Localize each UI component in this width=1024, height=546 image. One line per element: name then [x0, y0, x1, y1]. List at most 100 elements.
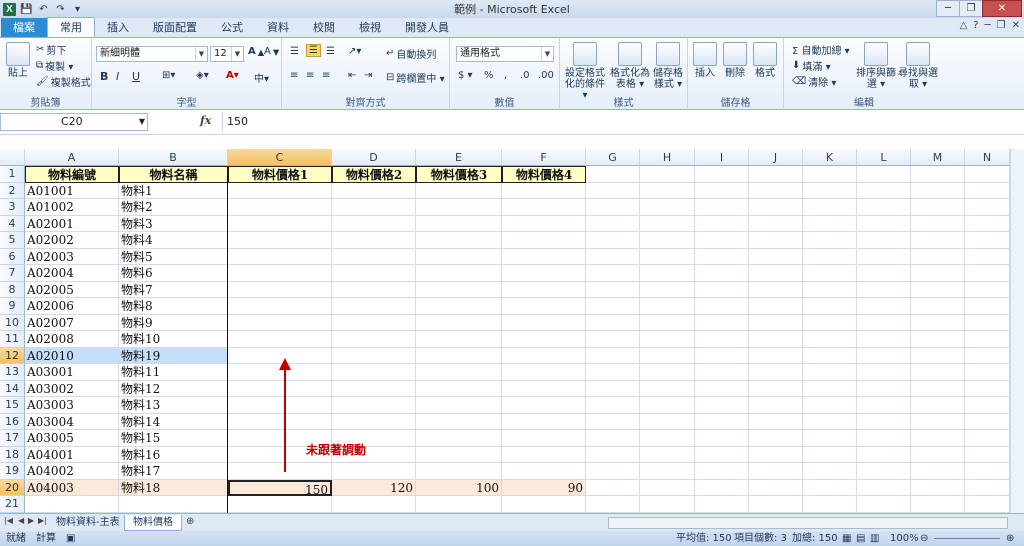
grid-cell[interactable]: [640, 248, 695, 265]
grid-cell[interactable]: [695, 479, 749, 496]
grid-cell[interactable]: [911, 248, 965, 265]
wrap-text-button[interactable]: ↵ 自動換列: [386, 46, 436, 61]
grid-cell[interactable]: [803, 430, 857, 447]
grid-cell[interactable]: [857, 446, 911, 463]
grid-cell[interactable]: A01001: [25, 182, 119, 199]
row-header[interactable]: 7: [0, 265, 25, 282]
normal-view-icon[interactable]: ▦: [842, 531, 851, 546]
grid-cell[interactable]: [803, 347, 857, 364]
grid-cell[interactable]: [695, 496, 749, 513]
zoom-out-icon[interactable]: ⊖: [920, 531, 928, 546]
conditional-formatting-button[interactable]: 設定格式化的條件 ▾: [562, 42, 608, 101]
grid-cell[interactable]: [803, 281, 857, 298]
horizontal-scrollbar[interactable]: [608, 517, 1008, 529]
sort-filter-button[interactable]: 排序與篩選 ▾: [854, 42, 898, 90]
grid-cell[interactable]: [695, 298, 749, 315]
row-header[interactable]: 19: [0, 463, 25, 480]
grid-cell[interactable]: [502, 265, 586, 282]
grid-cell[interactable]: [857, 314, 911, 331]
grid-cell[interactable]: [911, 298, 965, 315]
grid-cell[interactable]: [695, 232, 749, 249]
zoom-in-icon[interactable]: ⊕: [1006, 531, 1014, 546]
grid-cell[interactable]: [857, 463, 911, 480]
grid-cell[interactable]: [640, 232, 695, 249]
grid-cell[interactable]: [228, 298, 332, 315]
grid-cell[interactable]: 物料13: [119, 397, 228, 414]
grid-cell[interactable]: [803, 182, 857, 199]
tab-developer[interactable]: 開發人員: [393, 18, 461, 37]
clear-button[interactable]: ⌫ 清除 ▾: [792, 74, 836, 89]
grid-cell[interactable]: [857, 397, 911, 414]
grid-cell[interactable]: [416, 199, 502, 216]
grid-cell[interactable]: [965, 496, 1010, 513]
help-icon[interactable]: ?: [973, 20, 978, 31]
align-middle-icon[interactable]: ☰: [306, 44, 321, 57]
grid-cell[interactable]: [640, 413, 695, 430]
first-sheet-icon[interactable]: |◀: [4, 516, 13, 525]
grid-cell[interactable]: [749, 166, 803, 183]
borders-icon[interactable]: ⊞▾: [162, 70, 175, 81]
grid-cell[interactable]: [332, 265, 416, 282]
grid-cell[interactable]: [803, 314, 857, 331]
grid-cell[interactable]: [749, 199, 803, 216]
save-icon[interactable]: 💾: [20, 3, 33, 16]
grid-cell[interactable]: [640, 479, 695, 496]
grid-cell[interactable]: [749, 430, 803, 447]
grid-cell[interactable]: 物料11: [119, 364, 228, 381]
grid-cell[interactable]: [911, 331, 965, 348]
grid-cell[interactable]: [502, 380, 586, 397]
grid-cell[interactable]: [803, 364, 857, 381]
grid-cell[interactable]: [332, 496, 416, 513]
grid-cell[interactable]: [586, 215, 640, 232]
grid-cell[interactable]: [911, 364, 965, 381]
grid-cell[interactable]: [332, 182, 416, 199]
grid-cell[interactable]: [586, 182, 640, 199]
grid-cell[interactable]: [695, 182, 749, 199]
column-title-cell[interactable]: 物料價格3: [416, 166, 502, 183]
column-header-i[interactable]: I: [695, 149, 749, 166]
grid-cell[interactable]: [586, 314, 640, 331]
grid-cell[interactable]: [803, 446, 857, 463]
grid-cell[interactable]: 物料7: [119, 281, 228, 298]
grid-cell[interactable]: [857, 380, 911, 397]
grid-cell[interactable]: [803, 463, 857, 480]
grid-cell[interactable]: [803, 199, 857, 216]
grow-font-button[interactable]: A ▲: [248, 46, 264, 57]
worksheet-grid[interactable]: A B C D E F G H I J K L M N 1 2 3 4 5 6 7 8 9 10 1…: [0, 149, 1024, 513]
grid-cell[interactable]: [749, 298, 803, 315]
decrease-indent-icon[interactable]: ⇤: [348, 70, 356, 81]
workbook-close-icon[interactable]: ✕: [1012, 20, 1020, 31]
grid-cell[interactable]: [25, 496, 119, 513]
tab-data[interactable]: 資料: [255, 18, 301, 37]
grid-cell[interactable]: [803, 397, 857, 414]
grid-cell[interactable]: [228, 199, 332, 216]
grid-cell[interactable]: [228, 215, 332, 232]
grid-cell[interactable]: [119, 496, 228, 513]
grid-cell[interactable]: [911, 232, 965, 249]
row-header[interactable]: 20: [0, 479, 25, 496]
grid-cell[interactable]: [502, 397, 586, 414]
grid-cell[interactable]: [228, 265, 332, 282]
grid-cell[interactable]: [640, 199, 695, 216]
increase-decimal-icon[interactable]: .0: [520, 70, 530, 81]
column-header-e[interactable]: E: [416, 149, 502, 166]
grid-cell[interactable]: [586, 397, 640, 414]
grid-cell[interactable]: [965, 182, 1010, 199]
grid-cell[interactable]: [502, 496, 586, 513]
grid-cell[interactable]: [502, 281, 586, 298]
font-size-select[interactable]: 12 ▼: [210, 46, 244, 62]
grid-cell[interactable]: 物料14: [119, 413, 228, 430]
row-header[interactable]: 15: [0, 397, 25, 414]
undo-icon[interactable]: ↶: [37, 3, 50, 16]
grid-cell[interactable]: [857, 496, 911, 513]
merge-center-button[interactable]: ⊟ 跨欄置中 ▾: [386, 70, 445, 85]
grid-cell[interactable]: [695, 347, 749, 364]
grid-cell[interactable]: 100: [416, 479, 502, 496]
grid-cell[interactable]: [228, 331, 332, 348]
grid-cell[interactable]: [695, 331, 749, 348]
grid-cell[interactable]: [803, 232, 857, 249]
row-header[interactable]: 9: [0, 298, 25, 315]
grid-cell[interactable]: [749, 364, 803, 381]
grid-cell[interactable]: [416, 182, 502, 199]
grid-cell[interactable]: [695, 248, 749, 265]
